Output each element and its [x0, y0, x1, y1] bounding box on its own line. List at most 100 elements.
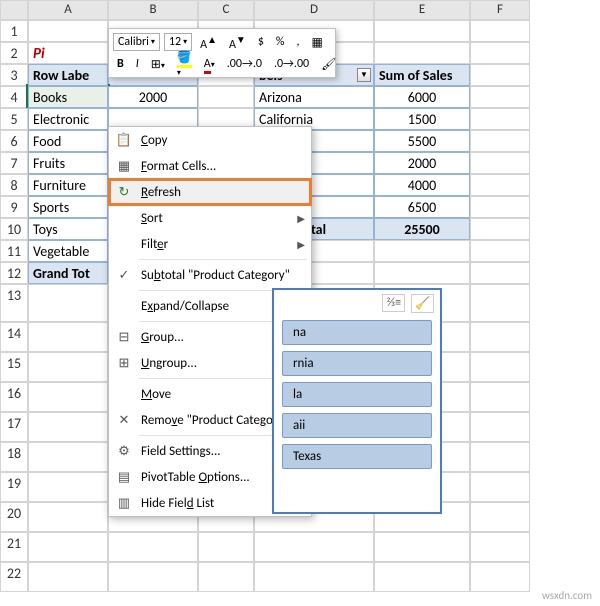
- cell[interactable]: [374, 262, 470, 284]
- pivot-value[interactable]: 1500: [374, 108, 470, 130]
- pivot-row-labels-header[interactable]: Row Labe: [28, 64, 108, 86]
- cell[interactable]: [374, 562, 470, 592]
- cell[interactable]: [470, 322, 530, 352]
- pivot-value[interactable]: 2000: [374, 152, 470, 174]
- row-header[interactable]: 1: [0, 20, 28, 42]
- cell[interactable]: [28, 284, 108, 322]
- row-header[interactable]: 21: [0, 532, 28, 562]
- row-header[interactable]: 19: [0, 472, 28, 502]
- cell[interactable]: [470, 352, 530, 382]
- row-header[interactable]: 16: [0, 382, 28, 412]
- font-family-selector[interactable]: Calibri ▾: [113, 33, 160, 51]
- cell[interactable]: [470, 86, 530, 108]
- cell[interactable]: [470, 562, 530, 592]
- cell[interactable]: [470, 240, 530, 262]
- currency-icon[interactable]: $: [254, 33, 268, 51]
- row-header[interactable]: 13: [0, 284, 28, 322]
- pivot-item[interactable]: Food: [28, 130, 108, 152]
- row-header[interactable]: 12: [0, 262, 28, 284]
- cell[interactable]: [254, 562, 374, 592]
- cell[interactable]: [470, 64, 530, 86]
- cell[interactable]: [28, 382, 108, 412]
- cell[interactable]: [28, 532, 108, 562]
- cell[interactable]: [198, 562, 254, 592]
- cell[interactable]: [28, 20, 108, 42]
- row-header[interactable]: 7: [0, 152, 28, 174]
- slicer-item[interactable]: na: [282, 320, 432, 345]
- cell[interactable]: [374, 532, 470, 562]
- row-header[interactable]: 20: [0, 502, 28, 532]
- fill-color-icon[interactable]: 🪣▾: [173, 48, 196, 81]
- row-header[interactable]: 8: [0, 174, 28, 196]
- grand-total-value[interactable]: 25500: [374, 218, 470, 240]
- cell[interactable]: [374, 240, 470, 262]
- cell[interactable]: [198, 86, 254, 108]
- slicer-item[interactable]: la: [282, 382, 432, 407]
- cell[interactable]: [470, 284, 530, 322]
- italic-icon[interactable]: I: [132, 55, 143, 73]
- row-header[interactable]: 4: [0, 86, 28, 108]
- menu-refresh[interactable]: ↻Refresh: [109, 179, 311, 205]
- cell[interactable]: [28, 322, 108, 352]
- col-header[interactable]: F: [470, 0, 530, 20]
- cell[interactable]: [470, 382, 530, 412]
- corner-cell[interactable]: [0, 0, 28, 20]
- cell[interactable]: [470, 196, 530, 218]
- pivot-item[interactable]: Sports: [28, 196, 108, 218]
- cell[interactable]: [28, 502, 108, 532]
- cell[interactable]: [470, 532, 530, 562]
- cell[interactable]: [108, 562, 198, 592]
- cell[interactable]: [254, 532, 374, 562]
- cell[interactable]: [28, 352, 108, 382]
- slicer-panel[interactable]: ⅔≡ 🧹 na rnia la aii Texas: [272, 288, 442, 514]
- cell[interactable]: [28, 562, 108, 592]
- cell[interactable]: [470, 130, 530, 152]
- row-header[interactable]: 9: [0, 196, 28, 218]
- pivot-value[interactable]: 2000: [108, 86, 198, 108]
- row-header[interactable]: 15: [0, 352, 28, 382]
- row-header[interactable]: 3: [0, 64, 28, 86]
- format-painter-icon[interactable]: 🖌: [317, 55, 340, 74]
- cell[interactable]: [28, 442, 108, 472]
- cell[interactable]: [470, 218, 530, 240]
- borders-icon[interactable]: ⊞▾: [147, 55, 169, 74]
- row-header[interactable]: 6: [0, 130, 28, 152]
- cell[interactable]: [470, 412, 530, 442]
- slicer-item[interactable]: rnia: [282, 351, 432, 376]
- cell[interactable]: [108, 532, 198, 562]
- menu-sort[interactable]: Sort▶: [109, 205, 311, 231]
- slicer-item[interactable]: aii: [282, 413, 432, 438]
- table-format-icon[interactable]: ▦: [308, 33, 327, 52]
- menu-format-cells[interactable]: ▦Format Cells...: [109, 153, 311, 179]
- percent-icon[interactable]: %: [272, 33, 289, 51]
- pivot-item[interactable]: Books: [28, 86, 108, 108]
- cell[interactable]: [198, 532, 254, 562]
- pivot-value[interactable]: 6500: [374, 196, 470, 218]
- dropdown-icon[interactable]: ▼: [357, 68, 371, 82]
- cell[interactable]: [470, 108, 530, 130]
- bold-icon[interactable]: B: [113, 55, 128, 73]
- row-header[interactable]: 22: [0, 562, 28, 592]
- decrease-font-icon[interactable]: A▼: [225, 31, 250, 54]
- pivot-title[interactable]: Pi: [28, 42, 108, 64]
- pivot-values-header[interactable]: Sum of Sales: [374, 64, 470, 86]
- row-header[interactable]: 14: [0, 322, 28, 352]
- col-header[interactable]: D: [254, 0, 374, 20]
- increase-font-icon[interactable]: A▲: [196, 31, 221, 54]
- cell[interactable]: [470, 472, 530, 502]
- menu-copy[interactable]: 📋CCopyopy: [109, 127, 311, 153]
- row-header[interactable]: 2: [0, 42, 28, 64]
- increase-decimal-icon[interactable]: .0→.00: [270, 55, 313, 73]
- pivot-item[interactable]: Fruits: [28, 152, 108, 174]
- cell[interactable]: [470, 442, 530, 472]
- font-color-icon[interactable]: A▾: [200, 55, 219, 73]
- comma-icon[interactable]: ,: [293, 33, 304, 51]
- pivot-item[interactable]: Toys: [28, 218, 108, 240]
- cell[interactable]: [470, 42, 530, 64]
- col-header[interactable]: C: [198, 0, 254, 20]
- col-header[interactable]: A: [28, 0, 108, 20]
- slicer-item[interactable]: Texas: [282, 444, 432, 469]
- pivot-item[interactable]: Furniture: [28, 174, 108, 196]
- menu-filter[interactable]: Filter▶: [109, 231, 311, 257]
- row-header[interactable]: 11: [0, 240, 28, 262]
